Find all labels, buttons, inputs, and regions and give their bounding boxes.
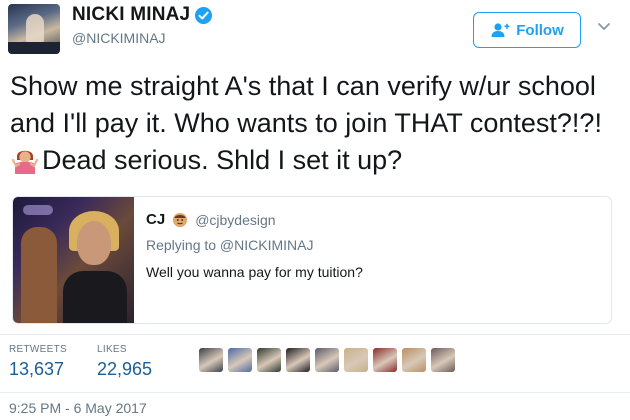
liker-avatar[interactable] [315,348,339,372]
quoted-author-handle[interactable]: @cjbydesign [195,212,275,228]
replying-to[interactable]: Replying to @NICKIMINAJ [146,237,313,253]
liker-avatar[interactable] [402,348,426,372]
author-handle[interactable]: @NICKIMINAJ [72,30,166,46]
retweets-label: RETWEETS [9,344,67,355]
follow-button-label: Follow [516,21,564,39]
liker-avatar[interactable] [257,348,281,372]
liker-avatars [199,348,455,372]
likes-stat[interactable]: LIKES 22,965 [97,344,152,380]
quoted-author-row: CJ @cjbydesign [146,211,276,228]
tweet-timestamp[interactable]: 9:25 PM - 6 May 2017 [9,400,147,416]
liker-avatar[interactable] [344,348,368,372]
tweet-header: NICKI MINAJ @NICKIMINAJ Follow [0,0,630,62]
author-name-row: NICKI MINAJ [72,4,213,26]
retweets-count: 13,637 [9,359,65,379]
follow-button[interactable]: Follow [473,12,581,48]
tweet-text: Show me straight A's that I can verify w… [10,68,620,179]
add-user-icon [490,22,510,38]
author-avatar[interactable] [8,4,60,54]
liker-avatar[interactable] [228,348,252,372]
likes-label: LIKES [97,344,127,355]
quoted-tweet-card[interactable]: CJ @cjbydesign Replying to @NICKIMINAJ W… [12,196,612,324]
person-shrugging-emoji [11,146,39,174]
tweet-text-part-2: Dead serious. Shld I set it up? [42,145,403,175]
tweet-text-part-1: Show me straight A's that I can verify w… [10,71,602,138]
tweet-stats: RETWEETS 13,637 LIKES 22,965 [0,336,630,386]
chevron-down-icon[interactable] [596,18,612,34]
liker-avatar[interactable] [286,348,310,372]
liker-avatar[interactable] [373,348,397,372]
likes-count: 22,965 [97,359,153,379]
liker-avatar[interactable] [199,348,223,372]
author-display-name[interactable]: NICKI MINAJ [72,4,190,26]
quoted-tweet-image[interactable] [13,197,134,323]
verified-badge-icon [195,6,213,24]
retweets-stat[interactable]: RETWEETS 13,637 [9,344,67,380]
quoted-author-name[interactable]: CJ [146,211,165,228]
divider [0,392,630,393]
liker-avatar[interactable] [431,348,455,372]
face-emoji-icon [173,212,188,227]
divider [0,334,630,335]
quoted-tweet-text: Well you wanna pay for my tuition? [146,264,363,280]
